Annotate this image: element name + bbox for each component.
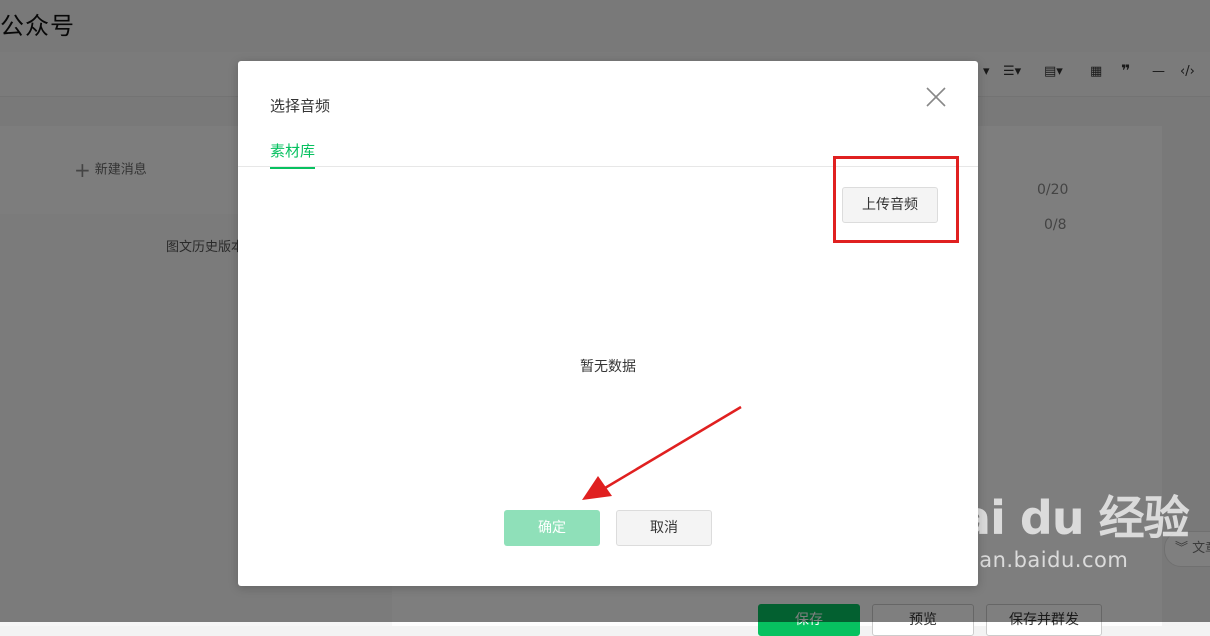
annotation-highlight-box	[833, 156, 959, 243]
cancel-button[interactable]: 取消	[616, 510, 712, 546]
select-audio-dialog: 选择音频 素材库 上传音频 暂无数据 确定 取消	[238, 61, 978, 586]
tab-material-library[interactable]: 素材库	[270, 140, 316, 169]
dialog-title: 选择音频	[270, 97, 331, 115]
empty-state-text: 暂无数据	[580, 359, 636, 375]
confirm-button[interactable]: 确定	[504, 510, 600, 546]
close-icon[interactable]	[924, 85, 948, 109]
